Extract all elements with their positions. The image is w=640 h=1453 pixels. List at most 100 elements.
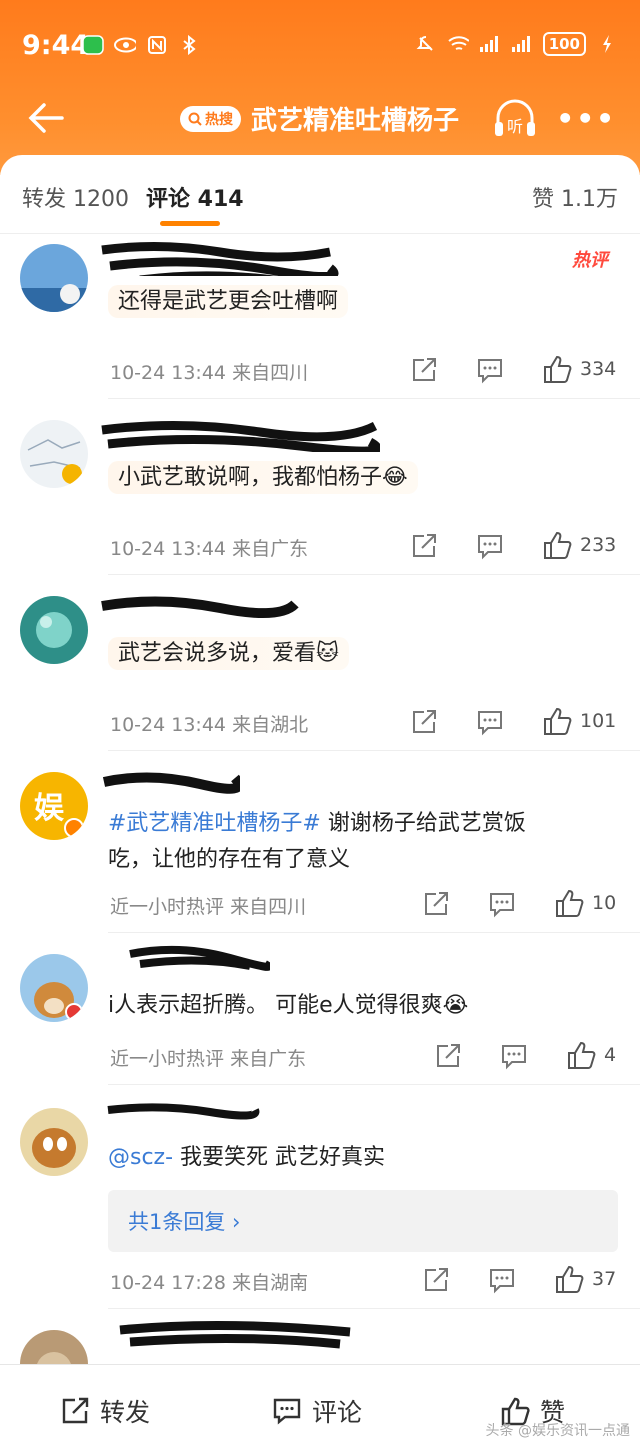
like-button[interactable]: 37 <box>554 1264 616 1294</box>
bluetooth-icon <box>178 34 200 56</box>
mute-icon <box>415 33 437 55</box>
tab-like[interactable]: 赞 1.1万 <box>532 181 618 213</box>
reply-summary-link[interactable]: 共1条回复 › <box>128 1206 240 1236</box>
like-button[interactable]: 334 <box>542 354 616 384</box>
comment-text: 谢谢杨子给武艺赏饭 <box>320 811 526 836</box>
comment-divider <box>108 932 640 933</box>
thumbs-up-icon <box>554 888 584 918</box>
comment-location: 来自湖北 <box>232 714 309 736</box>
share-icon[interactable] <box>434 1042 464 1072</box>
wifi-icon <box>447 33 469 55</box>
like-button[interactable]: 4 <box>566 1040 616 1070</box>
charging-icon <box>596 33 618 55</box>
comment-icon[interactable] <box>488 890 518 920</box>
mention-link[interactable]: @scz- <box>108 1145 173 1170</box>
thumbs-up-icon <box>542 706 572 736</box>
share-icon[interactable] <box>422 890 452 920</box>
comment-icon[interactable] <box>476 708 506 738</box>
more-options-icon[interactable]: ••• <box>556 102 616 135</box>
comment-time: 10-24 13:44 <box>110 362 227 384</box>
tabs-divider <box>0 233 640 234</box>
listen-icon[interactable]: 听 <box>492 96 538 140</box>
comment-icon[interactable] <box>476 532 506 562</box>
comment-icon[interactable] <box>488 1266 518 1296</box>
like-button[interactable]: 101 <box>542 706 616 736</box>
comment-divider <box>108 574 640 575</box>
like-count: 334 <box>580 358 617 380</box>
thumbs-up-icon <box>566 1040 596 1070</box>
comment-icon[interactable] <box>500 1042 530 1072</box>
svg-text:听: 听 <box>507 117 523 136</box>
avatar[interactable] <box>20 420 88 488</box>
username-redacted <box>119 1320 351 1349</box>
comment-button[interactable]: 评论 <box>272 1393 362 1429</box>
repost-button[interactable]: 转发 <box>60 1393 150 1429</box>
battery-indicator: 100 <box>542 32 586 56</box>
comment-divider <box>108 1084 640 1085</box>
thumbs-up-icon <box>554 1264 584 1294</box>
avatar[interactable] <box>20 1108 88 1176</box>
repost-icon <box>62 1397 89 1424</box>
hot-search-label: 热搜 <box>205 111 233 128</box>
share-icon[interactable] <box>410 708 440 738</box>
like-button[interactable]: 233 <box>542 530 616 560</box>
comment-divider <box>108 398 640 399</box>
svg-text:娱: 娱 <box>34 791 65 826</box>
status-time: 9:44 <box>22 30 90 61</box>
comment-time: 近一小时热评 <box>110 1048 225 1070</box>
comment-time: 10-24 17:28 <box>110 1272 227 1294</box>
comment-label: 评论 <box>312 1398 363 1427</box>
back-arrow-icon[interactable] <box>24 96 68 140</box>
tab-bar: 转发 1200 评论 414 赞 1.1万 <box>0 155 640 235</box>
comment-location: 来自广东 <box>232 538 309 560</box>
thumbs-up-icon <box>542 354 572 384</box>
comment-text: 小武艺敢说啊，我都怕杨子😂 <box>108 461 418 494</box>
like-count: 4 <box>604 1044 617 1066</box>
comment-location: 来自四川 <box>230 896 307 918</box>
topic-link[interactable]: #武艺精准吐槽杨子# <box>108 811 321 836</box>
share-icon[interactable] <box>410 356 440 386</box>
comment-text: 武艺会说多说，爱看🐱 <box>108 637 349 670</box>
nfc-icon <box>146 34 168 56</box>
search-icon <box>188 112 202 126</box>
watermark: 头条 @娱乐资讯一点通 <box>485 1423 630 1439</box>
comment-icon <box>273 1398 301 1425</box>
nav-bar: 热搜 武艺精准吐槽杨子 听 ••• <box>0 88 640 148</box>
comment-divider <box>108 1308 640 1309</box>
wechat-icon <box>82 34 104 56</box>
tab-active-indicator <box>160 221 220 226</box>
reply-summary-box[interactable]: 共1条回复 › <box>108 1190 618 1252</box>
comment-location: 来自湖南 <box>232 1272 309 1294</box>
like-button[interactable]: 10 <box>554 888 616 918</box>
comment-icon[interactable] <box>476 356 506 386</box>
username-redacted <box>102 772 240 794</box>
comment-time: 近一小时热评 <box>110 896 225 918</box>
eye-icon <box>114 34 136 56</box>
hot-comment-badge: 热评 <box>572 250 608 271</box>
like-count: 233 <box>580 534 617 556</box>
avatar[interactable]: 娱 <box>20 772 88 840</box>
username-redacted <box>101 596 299 619</box>
avatar[interactable] <box>20 596 88 664</box>
repost-label: 转发 <box>100 1398 151 1427</box>
comment-time: 10-24 13:44 <box>110 714 227 736</box>
page-title: 武艺精准吐槽杨子 <box>251 106 460 136</box>
comment-divider <box>108 750 640 751</box>
avatar[interactable] <box>20 954 88 1022</box>
share-icon[interactable] <box>422 1266 452 1296</box>
signal-icon-1 <box>479 33 501 55</box>
comment-text: 我要笑死 武艺好真实 <box>173 1145 386 1170</box>
share-icon[interactable] <box>410 532 440 562</box>
content-sheet <box>0 155 640 1452</box>
status-bar: 9:44 100 <box>0 0 640 95</box>
comment-location: 来自四川 <box>232 362 309 384</box>
comment-text: 还得是武艺更会吐槽啊 <box>108 285 349 318</box>
hot-search-badge[interactable]: 热搜 <box>180 105 241 132</box>
comment-text-block: @scz- 我要笑死 武艺好真实 <box>108 1140 385 1176</box>
comment-time: 10-24 13:44 <box>110 538 227 560</box>
avatar[interactable] <box>20 244 88 312</box>
tab-repost[interactable]: 转发 1200 <box>22 181 129 213</box>
like-count: 10 <box>592 892 617 914</box>
tab-comment[interactable]: 评论 414 <box>146 181 244 213</box>
comment-text-block: #武艺精准吐槽杨子# 谢谢杨子给武艺赏饭 吃，让他的存在有了意义 <box>108 806 526 878</box>
